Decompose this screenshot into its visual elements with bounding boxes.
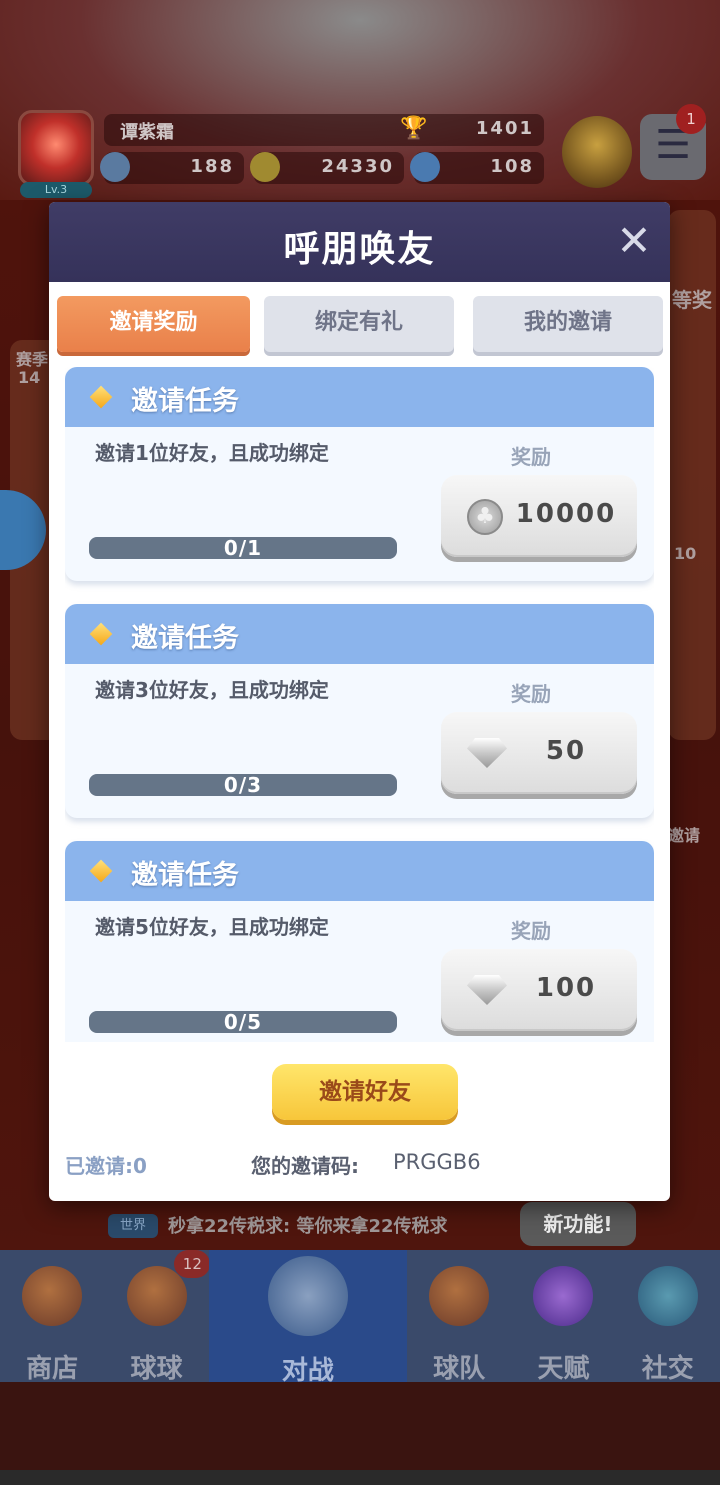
coin-value: 24330 bbox=[321, 156, 394, 177]
social-icon bbox=[637, 1266, 698, 1326]
diamond-icon bbox=[89, 385, 113, 409]
rank-medal-icon[interactable] bbox=[562, 116, 632, 188]
progress-text: 0/3 bbox=[223, 773, 263, 797]
nav-shop[interactable]: 商店 bbox=[0, 1250, 104, 1384]
reward-label: 奖励 bbox=[511, 682, 551, 706]
gem-icon bbox=[467, 738, 507, 768]
stamina-counter[interactable]: 188 bbox=[100, 152, 244, 184]
reward-claim-button[interactable]: 50 bbox=[441, 712, 637, 794]
name-bar: 谭紫霜 🏆 1401 bbox=[104, 114, 544, 146]
task-progress-bar: 0/3 bbox=[89, 774, 397, 796]
reward-claim-button[interactable]: 100 bbox=[441, 949, 637, 1031]
coin-currency-icon bbox=[250, 152, 280, 182]
close-icon[interactable]: ✕ bbox=[611, 218, 657, 264]
invite-task-card: 邀请任务 邀请3位好友，且成功绑定 奖励 0/3 50 bbox=[65, 604, 654, 818]
invite-friends-dialog: 呼朋唤友 ✕ 邀请奖励 绑定有礼 我的邀请 邀请任务 邀请1位好友，且成功绑定 … bbox=[49, 202, 670, 1201]
task-header: 邀请任务 bbox=[65, 367, 654, 427]
nav-balls[interactable]: 12 球球 bbox=[104, 1250, 211, 1384]
reward-value: 100 bbox=[535, 973, 597, 1003]
diamond-icon bbox=[89, 859, 113, 883]
world-chat-bar[interactable]: 世界 秒拿22传税求: 等你来拿22传税求 新功能! bbox=[0, 1200, 720, 1250]
chat-channel-tag: 世界 bbox=[108, 1214, 158, 1238]
reward-value: 50 bbox=[545, 736, 587, 766]
system-nav-bar bbox=[0, 1470, 720, 1485]
reward-label: 奖励 bbox=[511, 445, 551, 469]
talent-icon bbox=[533, 1266, 594, 1326]
gem-counter[interactable]: 108 bbox=[410, 152, 544, 184]
nav-label: 商店 bbox=[26, 1354, 79, 1384]
menu-notification-badge: 1 bbox=[676, 104, 706, 134]
bottom-nav: 商店 12 球球 对战 球队 天赋 社交 bbox=[0, 1250, 720, 1386]
nav-label: 天赋 bbox=[537, 1354, 590, 1384]
nav-label: 球队 bbox=[433, 1354, 486, 1384]
task-title: 邀请任务 bbox=[131, 386, 239, 417]
nav-label: 社交 bbox=[641, 1354, 694, 1384]
trophy-icon: 🏆 bbox=[400, 116, 428, 141]
coin-counter[interactable]: 24330 bbox=[250, 152, 404, 184]
nav-badge: 12 bbox=[174, 1250, 211, 1278]
player-name: 谭紫霜 bbox=[120, 122, 174, 143]
diamond-icon bbox=[89, 622, 113, 646]
nav-social[interactable]: 社交 bbox=[616, 1250, 720, 1384]
trophy-count: 1401 bbox=[475, 118, 534, 139]
tab-my-invites[interactable]: 我的邀请 bbox=[473, 296, 663, 352]
invite-task-card: 邀请任务 邀请1位好友，且成功绑定 奖励 0/1 10000 bbox=[65, 367, 654, 581]
chat-message: 秒拿22传税求: 等你来拿22传税求 bbox=[168, 1216, 448, 1237]
invite-friends-button[interactable]: 邀请好友 bbox=[272, 1064, 458, 1120]
ball-icon bbox=[126, 1266, 187, 1326]
right-invite-label: 邀请 bbox=[668, 826, 701, 845]
nav-label: 球球 bbox=[130, 1354, 183, 1384]
task-header: 邀请任务 bbox=[65, 604, 654, 664]
task-progress-bar: 0/1 bbox=[89, 537, 397, 559]
progress-text: 0/5 bbox=[223, 1010, 263, 1034]
task-title: 邀请任务 bbox=[131, 623, 239, 654]
task-description: 邀请5位好友，且成功绑定 bbox=[95, 915, 329, 939]
stamina-icon bbox=[100, 152, 130, 182]
reward-claim-button[interactable]: 10000 bbox=[441, 475, 637, 557]
task-progress-bar: 0/5 bbox=[89, 1011, 397, 1033]
shop-icon bbox=[22, 1266, 83, 1326]
battle-icon bbox=[267, 1256, 348, 1336]
task-description: 邀请3位好友，且成功绑定 bbox=[95, 678, 329, 702]
player-info-bar: Lv.3 谭紫霜 🏆 1401 188 24330 108 ☰ 1 bbox=[14, 104, 714, 200]
tab-binding-gifts[interactable]: 绑定有礼 bbox=[264, 296, 454, 352]
dialog-tabs: 邀请奖励 绑定有礼 我的邀请 bbox=[57, 296, 663, 352]
invite-code-value[interactable]: PRGGB6 bbox=[393, 1150, 481, 1174]
footer-strip bbox=[0, 1382, 720, 1470]
new-feature-tooltip: 新功能! bbox=[520, 1202, 636, 1246]
stamina-value: 188 bbox=[190, 156, 234, 177]
invited-count: 已邀请:0 bbox=[65, 1154, 147, 1178]
dialog-header: 呼朋唤友 ✕ bbox=[49, 202, 670, 282]
task-title: 邀请任务 bbox=[131, 860, 239, 891]
nav-team[interactable]: 球队 bbox=[407, 1250, 511, 1384]
currency-bar: 188 24330 108 bbox=[100, 152, 544, 184]
task-description: 邀请1位好友，且成功绑定 bbox=[95, 441, 329, 465]
season-label: 赛季 bbox=[16, 350, 49, 369]
gem-icon bbox=[467, 975, 507, 1005]
right-prize-label: 等奖 bbox=[672, 288, 712, 312]
level-badge: Lv.3 bbox=[20, 182, 92, 198]
gem-currency-icon bbox=[410, 152, 440, 182]
invite-task-card: 邀请任务 邀请5位好友，且成功绑定 奖励 0/5 100 bbox=[65, 841, 654, 1042]
invite-task-list[interactable]: 邀请任务 邀请1位好友，且成功绑定 奖励 0/1 10000 邀请任务 邀请3位… bbox=[65, 367, 654, 1042]
gem-value: 108 bbox=[490, 156, 534, 177]
reward-value: 10000 bbox=[515, 499, 617, 529]
invite-code-label: 您的邀请码: bbox=[251, 1154, 359, 1178]
right-side-value: 10 bbox=[674, 544, 697, 563]
task-header: 邀请任务 bbox=[65, 841, 654, 901]
avatar[interactable] bbox=[18, 110, 94, 186]
nav-talent[interactable]: 天赋 bbox=[511, 1250, 615, 1384]
coin-icon bbox=[467, 499, 503, 535]
progress-text: 0/1 bbox=[223, 536, 263, 560]
reward-label: 奖励 bbox=[511, 919, 551, 943]
nav-battle[interactable]: 对战 bbox=[208, 1250, 407, 1386]
tab-invite-rewards[interactable]: 邀请奖励 bbox=[57, 296, 250, 352]
dialog-title: 呼朋唤友 bbox=[283, 229, 436, 270]
whistle-icon bbox=[429, 1266, 490, 1326]
season-value: 14 bbox=[18, 368, 41, 387]
